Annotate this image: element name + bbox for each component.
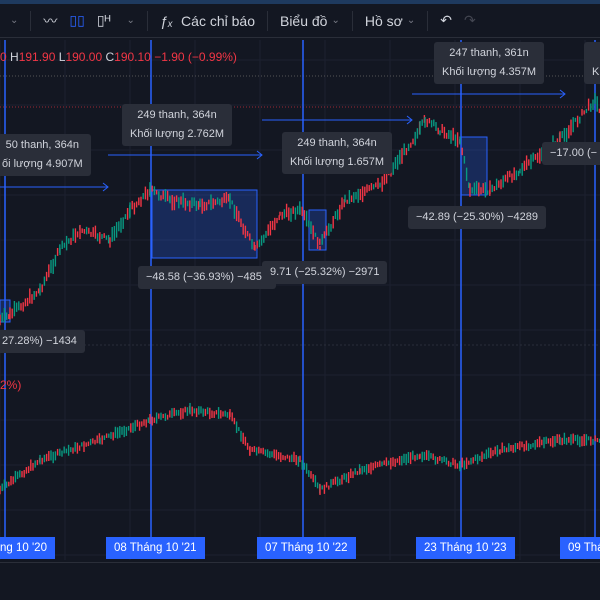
- ohlc-legend: 0 H191.90 L190.00 C190.10 −1.90 (−0.99%): [0, 50, 237, 64]
- bottom-panel: [0, 562, 600, 600]
- date-label: 07 Tháng 10 '22: [257, 537, 356, 559]
- range-annotation[interactable]: 247 thanh, 361n Khối lượng 4.357M: [434, 42, 545, 84]
- drawdown-label[interactable]: −42.89 (−25.30%) −4289: [408, 206, 547, 229]
- drawdown-label[interactable]: 27.28%) −1434: [0, 330, 85, 353]
- date-label: 09 Thá: [560, 537, 600, 559]
- drawdown-label[interactable]: −17.00 (−: [542, 142, 600, 165]
- range-annotation[interactable]: 249 thanh, 364n Khối lượng 2.762M: [122, 104, 233, 146]
- range-annotation[interactable]: 50 thanh, 364n ối lượng 4.907M: [0, 134, 91, 176]
- date-label: 08 Tháng 10 '21: [106, 537, 205, 559]
- indicator-value: 2%): [0, 378, 22, 392]
- drawdown-label[interactable]: 9.71 (−25.32%) −2971: [262, 261, 388, 284]
- range-annotation[interactable]: 249 thanh, 364n Khối lượng 1.657M: [282, 132, 393, 174]
- date-label: ng 10 '20: [0, 537, 55, 559]
- price-chart[interactable]: [0, 0, 600, 600]
- date-label: 23 Tháng 10 '23: [416, 537, 515, 559]
- range-annotation[interactable]: K: [584, 42, 600, 84]
- drawdown-label[interactable]: −48.58 (−36.93%) −4858: [138, 266, 277, 289]
